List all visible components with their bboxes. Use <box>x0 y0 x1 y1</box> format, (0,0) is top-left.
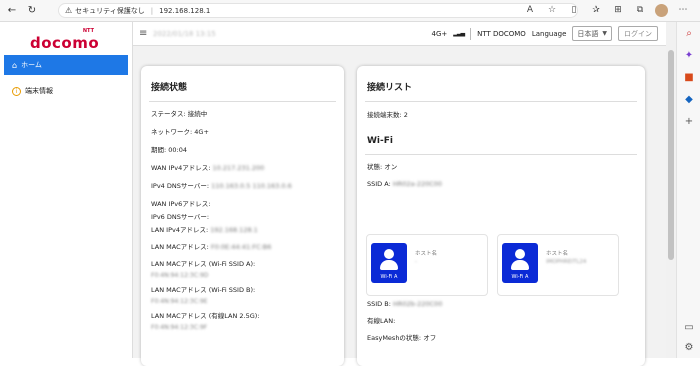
device-band-label: Wi-Fi A <box>511 274 529 280</box>
lan-mac-ssid-a-label: LAN MACアドレス (Wi-Fi SSID A): <box>151 260 256 268</box>
office-icon[interactable]: ■ <box>677 66 700 88</box>
sidebar-layout-icon[interactable]: ▭ <box>677 316 700 338</box>
easymesh-row: EasyMeshの状態: オフ <box>367 334 437 342</box>
home-icon: ⌂ <box>12 60 18 70</box>
network-row: ネットワーク: 4G+ <box>151 128 209 136</box>
divider <box>365 154 637 155</box>
extensions-icon[interactable]: ⧉ <box>633 3 647 17</box>
divider <box>470 27 472 40</box>
hamburger-menu-icon[interactable]: ≡ <box>139 28 147 39</box>
device-tile: Wi-Fi A <box>502 243 538 283</box>
read-aloud-icon[interactable]: A <box>523 3 537 17</box>
scrollbar-thumb[interactable] <box>668 50 674 260</box>
logo-brand: docomo <box>30 34 100 52</box>
settings-gear-icon[interactable]: ⚙ <box>677 336 700 358</box>
outlook-icon[interactable]: ◆ <box>677 88 700 110</box>
ipv6-dns-row: IPv6 DNSサーバー: <box>151 213 210 221</box>
more-menu-icon[interactable]: ⋯ <box>676 3 690 17</box>
sidebar-item-label: ホーム <box>21 61 42 69</box>
device-tile: Wi-Fi A <box>371 243 407 283</box>
user-icon <box>515 249 525 259</box>
sidebar-item-home[interactable]: ⌂ ホーム <box>4 55 128 75</box>
host-name-label: ホスト名 <box>415 251 438 257</box>
sidebar-item-label: 端末情報 <box>25 87 53 95</box>
lan-mac-ssid-b-value: F0:4N:94:12:3C:9E <box>151 298 208 305</box>
lan-mac-wired-value: F0:4N:94:12:3C:9F <box>151 324 208 331</box>
browser-toolbar: ← ↻ ⚠ セキュリティ保護なし | 192.168.128.1 A ☆ ▯ ✰… <box>0 0 700 22</box>
lan-ipv4-row: LAN IPv4アドレス: 192.168.128.1 <box>151 226 258 234</box>
lan-mac-row: LAN MACアドレス: F0:0E:44:41:FC:B6 <box>151 243 272 251</box>
sidebar-item-device-info[interactable]: i 端末情報 <box>4 82 128 100</box>
info-icon: i <box>12 86 21 96</box>
carrier-name: NTT DOCOMO <box>477 29 526 38</box>
connection-status-card: 接続状態 ステータス: 接続中 ネットワーク: 4G+ 期間: 00:04 WA… <box>141 66 344 366</box>
favorites-icon[interactable]: ✰ <box>589 3 603 17</box>
language-select[interactable]: 日本語 ▼ <box>572 26 612 41</box>
device-band-label: Wi-Fi A <box>380 274 398 280</box>
signal-strength-icon: ▂▃▄ <box>453 30 465 37</box>
user-icon <box>384 249 394 259</box>
ipv4-dns-row: IPv4 DNSサーバー: 110.163.0.5 110.163.0.6 <box>151 182 292 190</box>
header-bar: ≡ 2022/01/18 13:15 4G+ ▂▃▄ NTT DOCOMO La… <box>133 22 666 46</box>
connected-device-card[interactable]: Wi-Fi A ホスト名 - <box>366 234 488 296</box>
lan-mac-ssid-a-value: F0:4N:94:12:3C:9D <box>151 272 209 279</box>
host-name-value: - <box>415 259 417 265</box>
wan-ipv6-row: WAN IPv6アドレス: <box>151 200 211 208</box>
address-separator: | <box>150 6 154 15</box>
profile-avatar[interactable] <box>655 3 668 17</box>
ssid-a-row: SSID A: HR02a-220C00 <box>367 180 443 188</box>
ssid-b-row: SSID B: HR02b-220C00 <box>367 300 443 308</box>
sidebar: NTT docomo ⌂ ホーム i 端末情報 <box>0 22 133 358</box>
collections-icon[interactable]: ⊞ <box>611 3 625 17</box>
connection-list-card: 接続リスト 接続端末数: 2 Wi-Fi 状態: オン SSID A: HR02… <box>357 66 645 366</box>
main-content: ≡ 2022/01/18 13:15 4G+ ▂▃▄ NTT DOCOMO La… <box>133 22 666 366</box>
language-label: Language <box>531 29 567 38</box>
back-icon[interactable]: ← <box>4 3 20 19</box>
device-count-row: 接続端末数: 2 <box>367 111 408 119</box>
network-type: 4G+ <box>431 29 448 38</box>
favorite-star-icon[interactable]: ☆ <box>545 3 559 17</box>
card-title: 接続状態 <box>151 83 188 93</box>
browser-sidebar: ⌕ ✦ ■ ◆ + ▭ ⚙ <box>676 22 700 358</box>
lan-mac-wired-label: LAN MACアドレス (有線LAN 2.5G): <box>151 312 260 320</box>
caret-down-icon: ▼ <box>602 30 607 37</box>
host-name-label: ホスト名 <box>546 251 569 257</box>
wifi-section-title: Wi-Fi <box>367 136 393 146</box>
security-label: セキュリティ保護なし <box>75 6 145 15</box>
host-name-value: iMOPHREITL24 <box>546 259 587 265</box>
divider <box>365 101 637 102</box>
duration-row: 期間: 00:04 <box>151 146 188 154</box>
header-right: 4G+ ▂▃▄ NTT DOCOMO Language 日本語 ▼ ログイン <box>431 26 658 41</box>
browser-actions: A ☆ ▯ ✰ ⊞ ⧉ ⋯ <box>523 3 690 17</box>
wifi-state-row: 状態: オン <box>367 163 398 171</box>
card-title: 接続リスト <box>367 83 413 93</box>
datetime: 2022/01/18 13:15 <box>153 30 216 38</box>
login-button[interactable]: ログイン <box>618 26 658 41</box>
warning-icon: ⚠ <box>65 6 73 15</box>
address-bar[interactable]: ⚠ セキュリティ保護なし | 192.168.128.1 <box>58 3 578 18</box>
page-scrollbar[interactable] <box>666 22 676 358</box>
language-value: 日本語 <box>577 29 599 38</box>
docomo-logo: NTT docomo <box>30 28 100 52</box>
search-icon[interactable]: ⌕ <box>677 22 700 44</box>
reload-icon[interactable]: ↻ <box>24 3 40 19</box>
wired-lan-row: 有線LAN: <box>367 317 396 325</box>
add-icon[interactable]: + <box>677 110 700 132</box>
status-row: ステータス: 接続中 <box>151 110 208 118</box>
connected-device-card[interactable]: Wi-Fi A ホスト名 iMOPHREITL24 <box>497 234 619 296</box>
split-screen-icon[interactable]: ▯ <box>567 3 581 17</box>
copilot-icon[interactable]: ✦ <box>677 44 700 66</box>
url-text: 192.168.128.1 <box>159 6 211 15</box>
lan-mac-ssid-b-label: LAN MACアドレス (Wi-Fi SSID B): <box>151 286 256 294</box>
wan-ipv4-row: WAN IPv4アドレス: 10.217.231.200 <box>151 164 265 172</box>
